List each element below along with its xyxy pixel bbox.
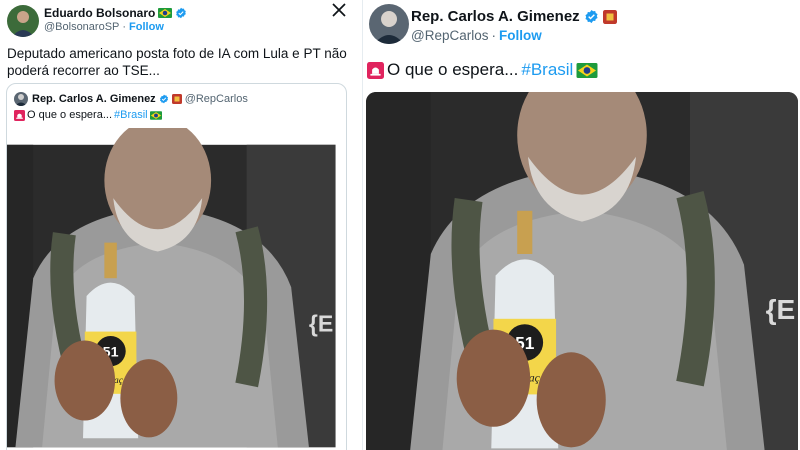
verified-badge-icon xyxy=(584,9,599,24)
author-name-row[interactable]: Eduardo Bolsonaro xyxy=(44,6,187,20)
brazil-flag-icon xyxy=(150,111,162,120)
tweet-image[interactable] xyxy=(366,92,798,450)
quoted-avatar xyxy=(14,92,28,106)
separator: · xyxy=(491,28,496,43)
hashtag-link[interactable]: #Brasil xyxy=(521,60,573,80)
tweet-text: O que o espera... xyxy=(387,60,519,79)
tweet-text: Deputado americano posta foto de IA com … xyxy=(7,46,347,78)
brazil-flag-icon xyxy=(576,63,598,78)
tweet-image[interactable] xyxy=(7,128,347,450)
author-handle[interactable]: @RepCarlos xyxy=(411,28,488,43)
quoted-tweet-text-row: O que o espera... #Brasil xyxy=(14,109,162,121)
handle-row: @RepCarlos · Follow xyxy=(411,28,542,43)
x-logo-icon[interactable] xyxy=(331,2,347,18)
author-name[interactable]: Eduardo Bolsonaro xyxy=(44,6,155,20)
left-tweet-panel: Eduardo Bolsonaro @BolsonaroSP · Follow De… xyxy=(0,0,362,450)
verified-badge-icon xyxy=(159,94,169,104)
hashtag-link[interactable]: #Brasil xyxy=(114,109,148,121)
author-handle[interactable]: @BolsonaroSP xyxy=(44,21,119,33)
quoted-tweet[interactable]: Rep. Carlos A. Gimenez @RepCarlos O que … xyxy=(6,83,347,450)
avatar[interactable] xyxy=(7,5,39,37)
congress-seal-icon xyxy=(172,94,182,104)
siren-icon xyxy=(14,110,25,121)
avatar[interactable] xyxy=(369,4,409,44)
author-name-row[interactable]: Rep. Carlos A. Gimenez xyxy=(411,8,617,25)
quoted-author-row: Rep. Carlos A. Gimenez @RepCarlos xyxy=(32,93,248,105)
follow-button[interactable]: Follow xyxy=(129,21,164,33)
quoted-author-handle: @RepCarlos xyxy=(184,93,248,105)
separator: · xyxy=(122,21,127,33)
congress-seal-icon xyxy=(603,10,617,24)
right-tweet-panel: Rep. Carlos A. Gimenez @RepCarlos · Follow… xyxy=(362,0,800,450)
siren-icon xyxy=(367,62,384,79)
follow-button[interactable]: Follow xyxy=(499,28,542,43)
handle-row: @BolsonaroSP · Follow xyxy=(44,21,164,33)
author-name[interactable]: Rep. Carlos A. Gimenez xyxy=(411,8,580,25)
quoted-tweet-text: O que o espera... xyxy=(27,109,112,121)
quoted-author-name: Rep. Carlos A. Gimenez xyxy=(32,93,156,105)
verified-badge-icon xyxy=(175,7,187,19)
brazil-flag-icon xyxy=(158,8,172,18)
tweet-text-row: O que o espera... #Brasil xyxy=(367,60,598,80)
